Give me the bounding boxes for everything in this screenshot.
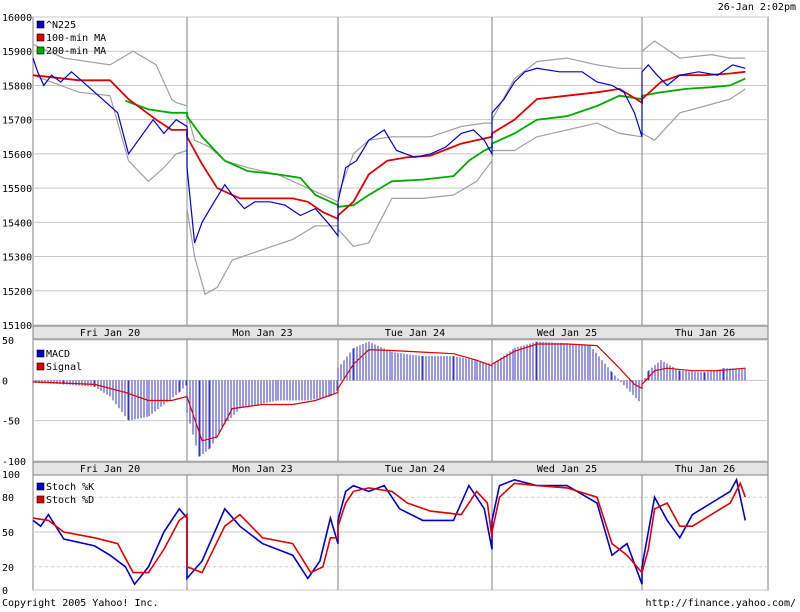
day-label: Tue Jan 24 [385, 328, 445, 339]
price-tick-label: 15800 [2, 81, 32, 92]
stoch-tick-label: 20 [2, 563, 14, 574]
macd-tick-label: -100 [2, 457, 26, 468]
legend-swatch [36, 46, 45, 55]
legend-swatch [36, 482, 45, 491]
stoch-tick-label: 100 [2, 470, 20, 481]
price-series-line [32, 70, 746, 221]
source-url[interactable]: http://finance.yahoo.com/ [645, 598, 796, 609]
stoch-tick-label: 50 [2, 528, 14, 539]
price-tick-label: 15900 [2, 47, 32, 58]
day-label: Fri Jan 20 [80, 328, 140, 339]
day-label: Wed Jan 25 [537, 464, 597, 475]
chart-stage: 15100 15200 15300 15400 15500 15600 15700 15800… [0, 0, 800, 609]
day-label: Mon Jan 23 [232, 328, 292, 339]
legend-swatch [36, 349, 45, 358]
day-label: Tue Jan 24 [385, 464, 445, 475]
legend-swatch [36, 20, 45, 29]
legend-swatch [36, 495, 45, 504]
stoch-tick-label: 0 [2, 586, 8, 597]
day-label: Wed Jan 25 [537, 328, 597, 339]
legend-label: 100-min MA [46, 33, 106, 44]
legend-label: MACD [46, 349, 70, 360]
legend-label: ^N225 [46, 20, 76, 31]
legend-label: Signal [46, 362, 82, 373]
price-series-line [32, 40, 746, 203]
legend-swatch [36, 33, 45, 42]
day-label: Thu Jan 26 [675, 464, 735, 475]
macd-tick-label: -50 [2, 417, 20, 428]
price-tick-label: 15700 [2, 116, 32, 127]
price-tick-label: 16000 [2, 13, 32, 24]
macd-tick-label: 50 [2, 336, 14, 347]
price-tick-label: 15200 [2, 287, 32, 298]
price-tick-label: 15400 [2, 218, 32, 229]
price-tick-label: 15100 [2, 321, 32, 332]
price-tick-label: 15500 [2, 184, 32, 195]
copyright: Copyright 2005 Yahoo! Inc. [2, 598, 159, 608]
legend-swatch [36, 362, 45, 371]
legend-label: Stoch %K [46, 482, 94, 493]
timestamp: 26-Jan 2:02pm [718, 2, 796, 13]
price-frame [32, 16, 769, 326]
day-label: Thu Jan 26 [675, 328, 735, 339]
stoch-tick-label: 80 [2, 493, 14, 504]
price-tick-label: 15600 [2, 150, 32, 161]
legend-label: Stoch %D [46, 495, 94, 506]
stoch-series-line [32, 481, 747, 575]
day-label: Mon Jan 23 [232, 464, 292, 475]
day-label: Fri Jan 20 [80, 464, 140, 475]
legend-label: 200-min MA [46, 46, 106, 57]
macd-series-line [32, 343, 746, 442]
series-layer [32, 40, 747, 586]
macd-tick-label: 0 [2, 376, 8, 387]
stock-chart: 15100 15200 15300 15400 15500 15600 15700 15800… [2, 2, 796, 609]
price-tick-label: 15300 [2, 253, 32, 264]
